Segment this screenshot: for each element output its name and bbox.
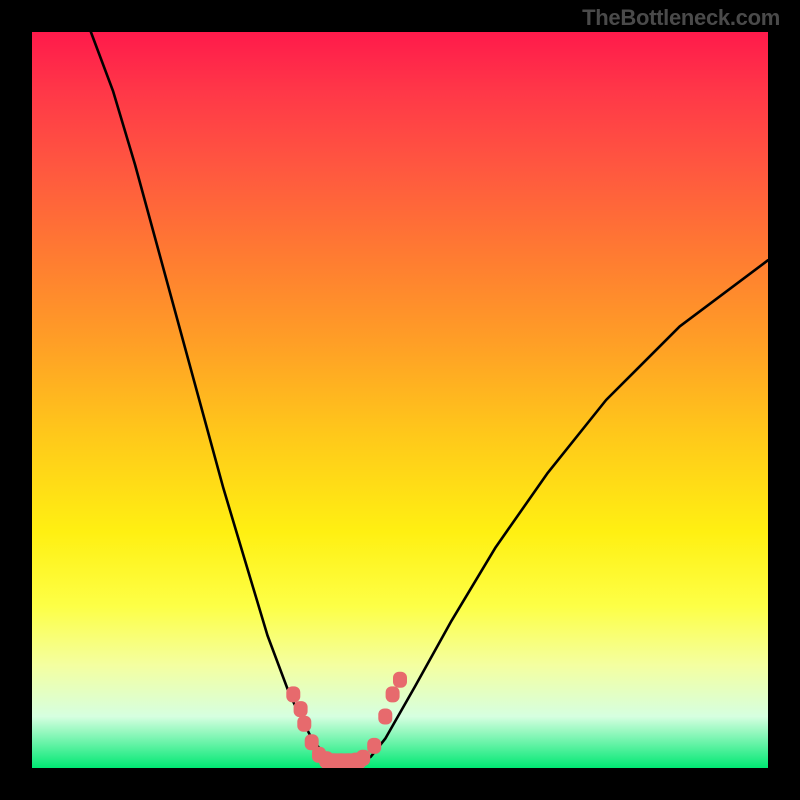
curve-marker [393,672,407,688]
curve-marker [378,709,392,725]
curve-layer [32,32,768,768]
plot-area [32,32,768,768]
curve-flat-marker [319,753,367,768]
curve-marker [286,686,300,702]
brand-watermark: TheBottleneck.com [582,5,780,31]
curve-marker [386,686,400,702]
chart-frame: TheBottleneck.com [0,0,800,800]
curve-marker [294,701,308,717]
marker-group [286,672,407,768]
curve-marker [367,738,381,754]
curve-marker [297,716,311,732]
bottleneck-curve [91,32,768,762]
